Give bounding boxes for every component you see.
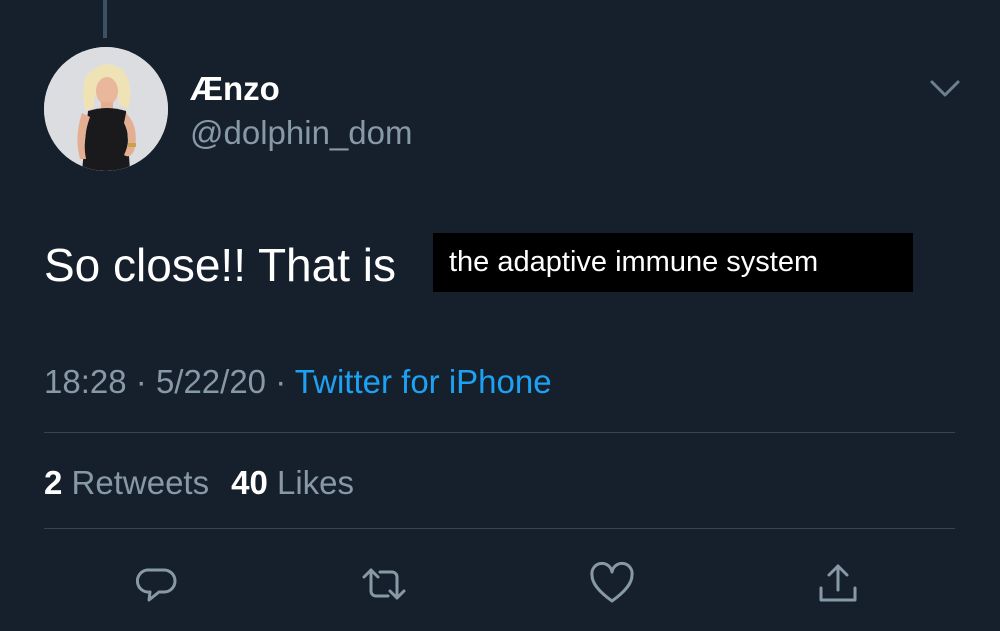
thread-connector-line: [103, 0, 107, 38]
user-handle[interactable]: @dolphin_dom: [190, 114, 412, 152]
reply-icon[interactable]: [131, 558, 183, 610]
avatar[interactable]: [44, 47, 168, 171]
likes-stat[interactable]: 40 Likes: [231, 464, 354, 501]
retweets-count: 2: [44, 464, 63, 501]
tweet-detail: Ænzo @dolphin_dom So close!! That is the…: [0, 0, 1000, 631]
likes-count: 40: [231, 464, 268, 501]
share-icon[interactable]: [812, 558, 864, 610]
tweet-text: So close!! That is: [44, 239, 396, 291]
meta-separator: ·: [135, 363, 147, 400]
display-name[interactable]: Ænzo: [190, 70, 280, 108]
heart-icon[interactable]: [586, 558, 638, 610]
divider: [44, 432, 955, 433]
meta-separator-2: ·: [275, 363, 287, 400]
redaction-box: the adaptive immune system: [433, 233, 913, 292]
chevron-down-icon[interactable]: [928, 76, 962, 102]
redaction-caption: the adaptive immune system: [449, 246, 819, 278]
retweet-icon[interactable]: [358, 558, 410, 610]
avatar-photo: [44, 47, 168, 171]
tweet-source-link[interactable]: Twitter for iPhone: [295, 363, 552, 400]
divider: [44, 528, 955, 529]
tweet-meta: 18:28 · 5/22/20 · Twitter for iPhone: [44, 362, 552, 402]
tweet-date: 5/22/20: [155, 363, 267, 400]
retweets-stat[interactable]: 2 Retweets: [44, 464, 209, 501]
likes-label: Likes: [276, 464, 355, 501]
retweets-label: Retweets: [71, 464, 210, 501]
tweet-stats: 2 Retweets 40 Likes: [44, 463, 354, 503]
tweet-time: 18:28: [44, 363, 127, 400]
